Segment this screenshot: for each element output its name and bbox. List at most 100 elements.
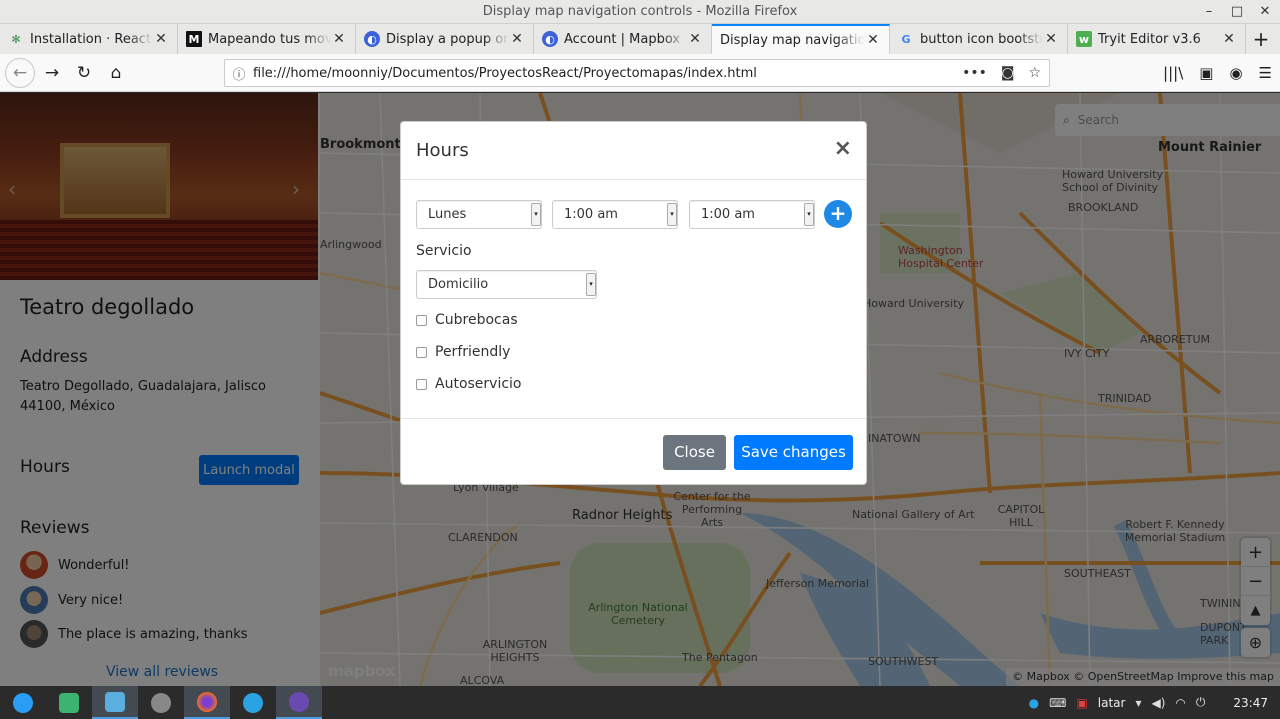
url-text[interactable]: file:///home/moonniy/Documentos/Proyecto… <box>253 66 962 81</box>
service-select[interactable]: Domicilio ▾ <box>416 270 597 299</box>
clock[interactable]: 23:47 <box>1233 696 1268 710</box>
save-changes-button[interactable]: Save changes <box>734 435 853 470</box>
tab-label: Account | Mapbox <box>564 31 681 47</box>
tab-bar: ✻ Installation · React ✕ M Mapeando tus … <box>0 24 1280 54</box>
chevron-down-icon[interactable]: ▾ <box>1135 696 1141 710</box>
tab-mapeando[interactable]: M Mapeando tus mov ✕ <box>178 24 356 54</box>
tab-label: Display a popup on <box>386 31 509 47</box>
close-tab-icon[interactable]: ✕ <box>865 32 881 48</box>
new-tab-icon[interactable]: + <box>1246 24 1276 54</box>
close-tab-icon[interactable]: ✕ <box>1043 31 1059 47</box>
calendar-icon[interactable]: ▣ <box>1076 696 1087 710</box>
address-bar[interactable]: ⓘ file:///home/moonniy/Documentos/Proyec… <box>224 59 1050 87</box>
mapbox-icon: ◐ <box>542 31 558 47</box>
end-time-select[interactable]: 1:00 am ▾ <box>689 200 815 229</box>
mapbox-icon: ◐ <box>364 31 380 47</box>
account-icon[interactable]: ◉ <box>1229 64 1242 82</box>
chevron-down-icon: ▾ <box>667 203 677 226</box>
reload-icon[interactable]: ↻ <box>69 58 99 88</box>
library-icon[interactable]: |||\ <box>1163 64 1183 82</box>
forward-icon[interactable]: → <box>37 58 67 88</box>
modal-footer: Close Save changes <box>401 418 866 485</box>
pocket-icon[interactable]: ◙ <box>1001 65 1015 81</box>
minimize-icon[interactable]: – <box>1202 0 1216 24</box>
keyboard-icon[interactable]: ⌨ <box>1049 696 1066 710</box>
checkbox-label[interactable]: Perfriendly <box>435 344 510 360</box>
hours-modal: Hours × Lunes ▾ 1:00 am ▾ 1:00 am ▾ + Se… <box>400 121 867 485</box>
tray-text[interactable]: latar <box>1098 696 1126 710</box>
telegram-tray-icon[interactable]: ● <box>1029 696 1039 710</box>
window-title: Display map navigation controls - Mozill… <box>482 4 798 19</box>
tab-label: Installation · React <box>30 31 152 47</box>
medium-icon: M <box>186 31 202 47</box>
wifi-icon[interactable]: ◠ <box>1175 696 1185 710</box>
close-icon[interactable]: × <box>834 136 852 161</box>
chevron-down-icon: ▾ <box>804 203 814 226</box>
checkbox[interactable] <box>416 378 427 390</box>
bookmark-star-icon[interactable]: ☆ <box>1028 65 1041 81</box>
volume-icon[interactable]: ◀) <box>1152 696 1166 710</box>
maximize-icon[interactable]: □ <box>1230 0 1244 24</box>
google-icon: G <box>901 32 911 46</box>
file-manager-icon[interactable] <box>92 686 138 719</box>
tab-button-icon-bootstrap[interactable]: G button icon bootstr ✕ <box>890 24 1068 54</box>
tab-label: Tryit Editor v3.6 <box>1098 31 1201 47</box>
os-taskbar: ● ⌨ ▣ latar ▾ ◀) ◠ ⏻ 23:47 <box>0 686 1280 719</box>
start-time-value: 1:00 am <box>564 207 618 222</box>
firefox-icon[interactable] <box>184 686 230 719</box>
checkbox-perfriendly[interactable]: Perfriendly <box>416 344 510 360</box>
tab-tryit-editor[interactable]: w Tryit Editor v3.6 ✕ <box>1068 24 1246 54</box>
chevron-down-icon: ▾ <box>586 273 596 296</box>
page-actions-icon[interactable]: ••• <box>962 65 987 81</box>
tab-display-popup[interactable]: ◐ Display a popup on ✕ <box>356 24 534 54</box>
window-titlebar: Display map navigation controls - Mozill… <box>0 0 1280 24</box>
checkbox[interactable] <box>416 314 427 326</box>
checkbox[interactable] <box>416 346 427 358</box>
power-icon[interactable]: ⏻ <box>1196 695 1206 710</box>
tab-installation-react[interactable]: ✻ Installation · React ✕ <box>0 24 178 54</box>
window-controls: – □ ✕ <box>1202 0 1272 24</box>
tab-label: Mapeando tus mov <box>208 31 331 47</box>
chevron-down-icon: ▾ <box>531 203 541 226</box>
day-select-value: Lunes <box>428 207 467 222</box>
checkbox-label[interactable]: Autoservicio <box>435 376 522 392</box>
plus-icon: + <box>829 201 847 225</box>
checkbox-label[interactable]: Cubrebocas <box>435 312 518 328</box>
service-select-value: Domicilio <box>428 277 489 292</box>
start-menu-icon[interactable] <box>0 686 46 719</box>
close-window-icon[interactable]: ✕ <box>1258 0 1272 24</box>
tab-label: Display map navigatio <box>720 32 865 48</box>
close-tab-icon[interactable]: ✕ <box>509 31 525 47</box>
close-tab-icon[interactable]: ✕ <box>153 31 169 47</box>
tab-label: button icon bootstr <box>920 31 1043 47</box>
modal-title: Hours <box>416 140 469 161</box>
modal-header: Hours × <box>401 122 866 180</box>
system-tray: ● ⌨ ▣ latar ▾ ◀) ◠ ⏻ 23:47 <box>1029 686 1280 719</box>
w3schools-icon: w <box>1076 31 1092 47</box>
tab-display-map-navigation[interactable]: Display map navigatio ✕ <box>712 24 890 54</box>
end-time-value: 1:00 am <box>701 207 755 222</box>
close-button[interactable]: Close <box>663 435 726 470</box>
close-tab-icon[interactable]: ✕ <box>1221 31 1237 47</box>
home-icon[interactable]: ⌂ <box>101 58 131 88</box>
terminal-icon[interactable] <box>46 686 92 719</box>
day-select[interactable]: Lunes ▾ <box>416 200 542 229</box>
menu-icon[interactable]: ☰ <box>1259 64 1272 82</box>
page-viewport: Brookmont Mount Rainier Howard Universit… <box>0 93 1280 686</box>
add-hours-button[interactable]: + <box>824 200 852 228</box>
react-icon: ✻ <box>11 32 21 46</box>
tab-account-mapbox[interactable]: ◐ Account | Mapbox ✕ <box>534 24 712 54</box>
start-time-select[interactable]: 1:00 am ▾ <box>552 200 678 229</box>
service-label: Servicio <box>416 243 472 259</box>
back-icon[interactable]: ← <box>5 57 35 88</box>
settings-gear-icon[interactable] <box>138 686 184 719</box>
emacs-icon[interactable] <box>276 686 322 719</box>
close-tab-icon[interactable]: ✕ <box>687 31 703 47</box>
telegram-icon[interactable] <box>230 686 276 719</box>
close-tab-icon[interactable]: ✕ <box>331 31 347 47</box>
checkbox-cubrebocas[interactable]: Cubrebocas <box>416 312 518 328</box>
navigation-toolbar: ← → ↻ ⌂ ⓘ file:///home/moonniy/Documento… <box>0 54 1280 92</box>
sidebar-toggle-icon[interactable]: ▣ <box>1199 64 1213 82</box>
checkbox-autoservicio[interactable]: Autoservicio <box>416 376 522 392</box>
info-icon[interactable]: ⓘ <box>225 64 253 83</box>
